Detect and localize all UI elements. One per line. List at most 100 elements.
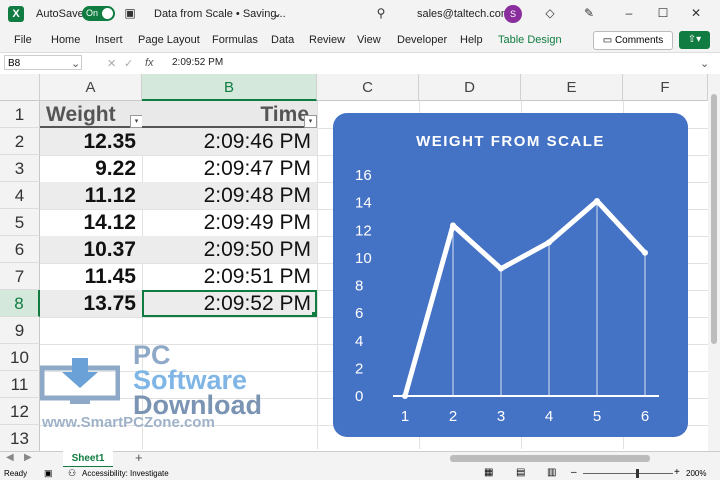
- row-header-9[interactable]: 9: [0, 317, 40, 344]
- save-icon[interactable]: ▣: [123, 6, 137, 20]
- confirm-icon[interactable]: ✓: [124, 57, 133, 70]
- tab-home[interactable]: Home: [51, 34, 80, 46]
- cell-weight[interactable]: 13.75: [40, 290, 142, 317]
- cell-time[interactable]: 2:09:46 PM: [142, 128, 317, 155]
- cancel-icon[interactable]: ✕: [107, 57, 116, 70]
- x-tick-label: 4: [545, 408, 553, 425]
- column-header-c[interactable]: C: [317, 74, 419, 101]
- tab-page-layout[interactable]: Page Layout: [138, 34, 200, 46]
- row-header-7[interactable]: 7: [0, 263, 40, 290]
- sheet-nav-right-icon[interactable]: ▶: [24, 452, 32, 463]
- sheet-nav-left-icon[interactable]: ◀: [6, 452, 14, 463]
- column-header-d[interactable]: D: [419, 74, 521, 101]
- column-header-a[interactable]: A: [40, 74, 142, 101]
- zoom-level[interactable]: 200%: [686, 469, 706, 478]
- cell-time[interactable]: 2:09:47 PM: [142, 155, 317, 182]
- zoom-in-icon[interactable]: +: [674, 467, 680, 478]
- accessibility-status[interactable]: Accessibility: Investigate: [82, 469, 169, 478]
- row-header-10[interactable]: 10: [0, 344, 40, 371]
- column-header-b[interactable]: B: [142, 74, 317, 101]
- row-header-12[interactable]: 12: [0, 398, 40, 425]
- account-email[interactable]: sales@taltech.com: [417, 8, 510, 20]
- table-header-weight[interactable]: Weight: [40, 101, 142, 128]
- cell-time[interactable]: 2:09:49 PM: [142, 209, 317, 236]
- autosave-toggle[interactable]: On: [82, 6, 115, 21]
- cell-time-selected[interactable]: 2:09:52 PM: [142, 290, 317, 317]
- gridline: [317, 101, 318, 449]
- share-button[interactable]: ⇧▾: [679, 31, 710, 49]
- data-point[interactable]: [402, 393, 408, 399]
- row-header-8[interactable]: 8: [0, 290, 40, 317]
- chevron-down-icon[interactable]: ⌄: [270, 6, 284, 20]
- weight-chart[interactable]: WEIGHT FROM SCALE 0 2 4 6 8 10 12 14 16 1 2 3 4 5 6: [333, 113, 688, 437]
- horizontal-scrollbar[interactable]: [450, 455, 650, 462]
- name-box-dropdown-icon[interactable]: ⌄: [71, 57, 80, 70]
- data-point[interactable]: [498, 265, 504, 272]
- normal-view-icon[interactable]: ▦: [484, 467, 493, 478]
- row-header-4[interactable]: 4: [0, 182, 40, 209]
- zoom-out-icon[interactable]: –: [571, 467, 577, 478]
- comments-button[interactable]: ▭ Comments: [593, 31, 673, 50]
- row-header-6[interactable]: 6: [0, 236, 40, 263]
- tab-formulas[interactable]: Formulas: [212, 34, 258, 46]
- tab-table-design[interactable]: Table Design: [498, 34, 562, 46]
- table-header-time[interactable]: Time: [142, 101, 317, 128]
- cell-time[interactable]: 2:09:51 PM: [142, 263, 317, 290]
- cell-time[interactable]: 2:09:48 PM: [142, 182, 317, 209]
- cell-time[interactable]: 2:09:50 PM: [142, 236, 317, 263]
- close-icon[interactable]: ✕: [689, 6, 703, 20]
- cell-weight[interactable]: 11.45: [40, 263, 142, 290]
- formula-input[interactable]: 2:09:52 PM: [172, 57, 223, 68]
- fill-handle[interactable]: [312, 312, 317, 317]
- macro-icon[interactable]: ▣: [44, 468, 53, 479]
- pen-icon[interactable]: ✎: [582, 6, 596, 20]
- tab-help[interactable]: Help: [460, 34, 483, 46]
- row-header-13[interactable]: 13: [0, 425, 40, 452]
- series-line[interactable]: [402, 198, 648, 399]
- tab-review[interactable]: Review: [309, 34, 345, 46]
- row-header-5[interactable]: 5: [0, 209, 40, 236]
- page-layout-view-icon[interactable]: ▤: [516, 467, 525, 478]
- accessibility-icon[interactable]: ⚇: [68, 468, 76, 479]
- cell-weight[interactable]: 11.12: [40, 182, 142, 209]
- row-header-11[interactable]: 11: [0, 371, 40, 398]
- filter-dropdown-icon[interactable]: ▾: [304, 115, 317, 128]
- tab-file[interactable]: File: [14, 34, 32, 46]
- insert-function-icon[interactable]: fx: [145, 57, 154, 69]
- maximize-icon[interactable]: ☐: [656, 6, 670, 20]
- tab-insert[interactable]: Insert: [95, 34, 123, 46]
- cell-weight[interactable]: 9.22: [40, 155, 142, 182]
- cell-weight[interactable]: 10.37: [40, 236, 142, 263]
- add-sheet-button[interactable]: +: [135, 450, 143, 465]
- tab-data[interactable]: Data: [271, 34, 294, 46]
- column-header-f[interactable]: F: [623, 74, 708, 101]
- data-point[interactable]: [546, 239, 552, 246]
- autosave-state: On: [86, 8, 99, 18]
- select-all-corner[interactable]: [0, 74, 40, 101]
- search-icon[interactable]: ⚲: [374, 6, 388, 20]
- cell-weight[interactable]: 12.35: [40, 128, 142, 155]
- zoom-slider[interactable]: [583, 473, 673, 474]
- diamond-icon[interactable]: ◇: [543, 6, 557, 20]
- data-point[interactable]: [642, 249, 648, 256]
- minimize-icon[interactable]: –: [622, 6, 636, 20]
- tab-view[interactable]: View: [357, 34, 381, 46]
- y-tick-label: 2: [355, 360, 363, 377]
- avatar[interactable]: S: [504, 5, 522, 23]
- expand-formula-icon[interactable]: ⌄: [700, 57, 709, 70]
- tab-developer[interactable]: Developer: [397, 34, 447, 46]
- row-header-3[interactable]: 3: [0, 155, 40, 182]
- row-header-2[interactable]: 2: [0, 128, 40, 155]
- row-header-1[interactable]: 1: [0, 101, 40, 128]
- cell-weight[interactable]: 14.12: [40, 209, 142, 236]
- data-point[interactable]: [594, 197, 600, 204]
- x-tick-label: 6: [641, 408, 649, 425]
- vertical-scrollbar[interactable]: [708, 74, 720, 451]
- page-break-view-icon[interactable]: ▥: [547, 467, 556, 478]
- column-header-e[interactable]: E: [521, 74, 623, 101]
- sheet-tab-sheet1[interactable]: Sheet1: [63, 451, 113, 468]
- zoom-slider-thumb[interactable]: [636, 469, 639, 478]
- excel-logo-icon: X: [8, 6, 24, 22]
- data-point[interactable]: [450, 222, 456, 229]
- y-tick-label: 16: [355, 167, 372, 184]
